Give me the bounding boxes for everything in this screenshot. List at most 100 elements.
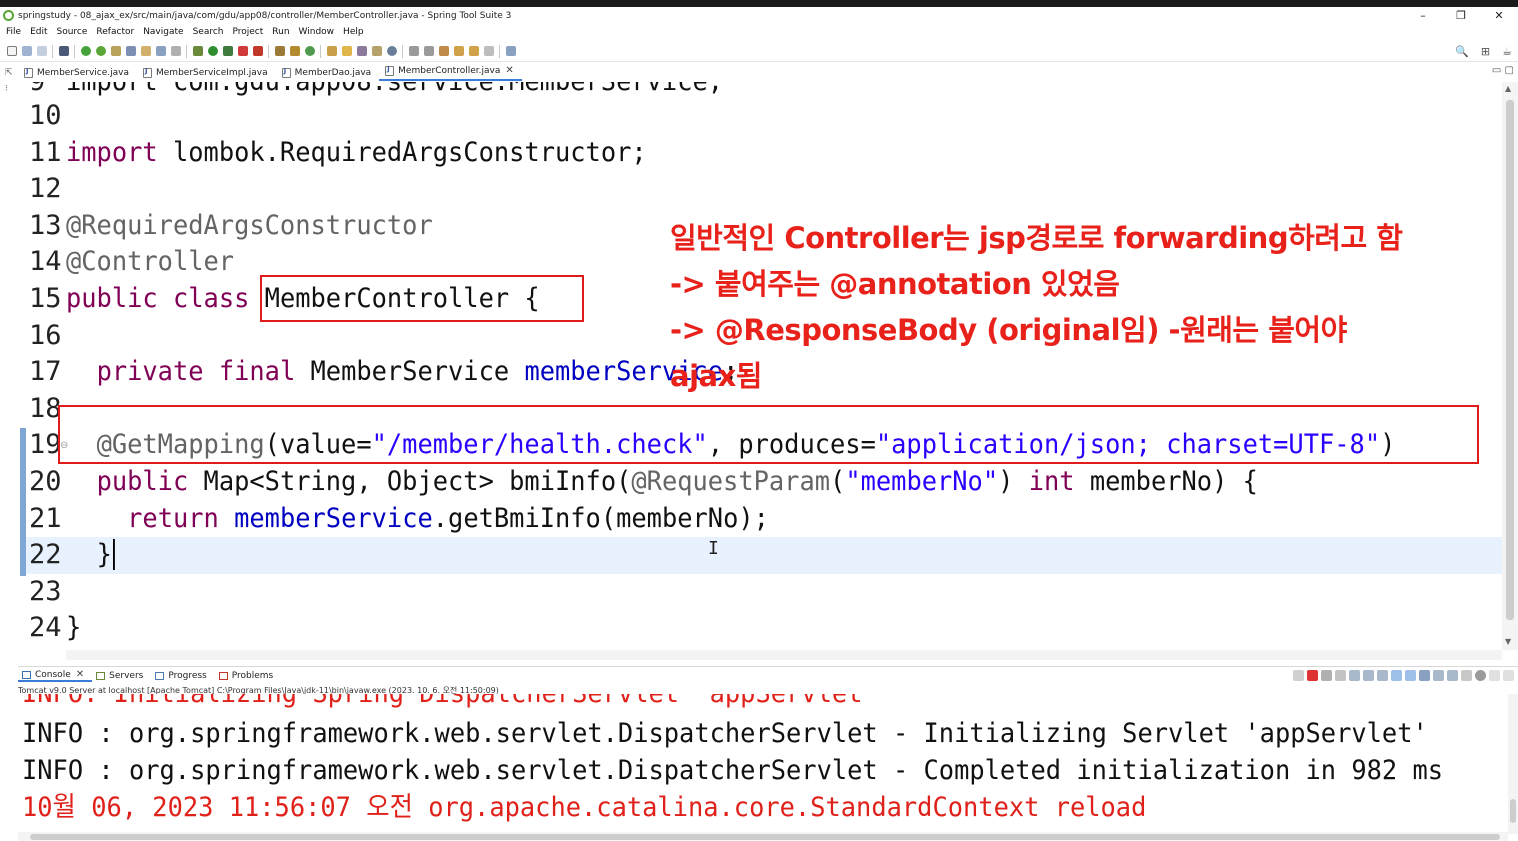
link-icon[interactable] — [371, 46, 382, 56]
remove-all-icon[interactable] — [1335, 670, 1346, 681]
menu-window[interactable]: Window — [299, 27, 335, 37]
console-vertical-scrollbar[interactable] — [1508, 694, 1518, 834]
menu-bar: File Edit Source Refactor Navigate Searc… — [0, 24, 1518, 40]
prev-annotation-icon[interactable] — [423, 46, 434, 56]
next-annotation-icon[interactable] — [408, 46, 419, 56]
code-line-10: 10 — [29, 100, 62, 131]
sync-icon[interactable] — [125, 46, 136, 56]
code-line-23: 23 — [29, 575, 62, 607]
menu-navigate[interactable]: Navigate — [143, 27, 183, 37]
perspective-icon[interactable]: ⊞ — [1481, 45, 1490, 58]
menu-help[interactable]: Help — [343, 27, 364, 37]
display-console-icon[interactable] — [1433, 670, 1444, 681]
new-icon[interactable] — [6, 46, 17, 56]
toolbar-separator — [186, 44, 187, 58]
pin-editor-icon[interactable] — [505, 46, 516, 56]
tab-label: MemberDao.java — [294, 68, 372, 78]
tab-problems[interactable]: Problems — [215, 671, 281, 681]
editor-vertical-scrollbar[interactable]: ▲ ▼ — [1502, 82, 1518, 650]
tab-member-service[interactable]: MemberService.java — [18, 67, 137, 81]
search-icon[interactable]: 🔍 — [1455, 45, 1469, 58]
menu-refactor[interactable]: Refactor — [96, 27, 134, 37]
boot-dashboard-icon[interactable] — [80, 46, 91, 56]
brush-icon[interactable] — [356, 46, 367, 56]
stop-icon[interactable] — [1307, 670, 1318, 681]
close-icon[interactable]: ✕ — [505, 65, 513, 76]
scrollbar-thumb[interactable] — [1506, 100, 1514, 620]
clear-console-icon[interactable] — [1349, 670, 1360, 681]
close-icon[interactable]: ✕ — [76, 669, 84, 680]
minimize-view-icon[interactable] — [1489, 670, 1500, 681]
servers-icon — [96, 671, 106, 680]
maximize-button[interactable]: ❐ — [1442, 7, 1480, 24]
show-stdout-icon[interactable] — [1391, 670, 1402, 681]
package-explorer-icon[interactable]: ⁝ — [5, 84, 20, 94]
new-class-icon[interactable] — [274, 46, 285, 56]
back-icon[interactable] — [453, 46, 464, 56]
open-type-icon[interactable] — [326, 46, 337, 56]
toolbar-separator — [402, 44, 403, 58]
list-icon[interactable] — [155, 46, 166, 56]
tab-console[interactable]: Console ✕ — [18, 669, 93, 682]
view-menu-icon[interactable] — [1461, 670, 1472, 681]
java-file-icon — [24, 67, 33, 78]
editor-minmax-icon[interactable]: ▭ ▢ — [1492, 65, 1514, 76]
scroll-lock-icon[interactable] — [1363, 670, 1374, 681]
menu-search[interactable]: Search — [193, 27, 224, 37]
new-server-icon[interactable] — [304, 46, 315, 56]
terminate-icon[interactable] — [1293, 670, 1304, 681]
console-icon — [22, 670, 31, 679]
editor-horizontal-scrollbar[interactable] — [66, 650, 1502, 660]
debug-icon[interactable] — [192, 46, 203, 56]
menu-edit[interactable]: Edit — [30, 27, 47, 37]
scrollbar-thumb[interactable] — [30, 834, 1500, 840]
refresh-icon[interactable] — [95, 46, 106, 56]
scroll-down-icon[interactable]: ▼ — [1505, 637, 1511, 646]
word-wrap-icon[interactable] — [1377, 670, 1388, 681]
globe-icon[interactable] — [386, 46, 397, 56]
menu-file[interactable]: File — [6, 27, 21, 37]
pin-icon[interactable] — [110, 46, 121, 56]
java-perspective-icon[interactable]: ☕ — [1502, 45, 1512, 58]
terminal-icon[interactable] — [58, 46, 69, 56]
code-line-24: 24} — [29, 612, 82, 644]
remove-launch-icon[interactable] — [1321, 670, 1332, 681]
gear-icon[interactable] — [1475, 670, 1486, 681]
tab-member-controller[interactable]: MemberController.java ✕ — [379, 65, 522, 81]
tab-servers[interactable]: Servers — [92, 671, 151, 681]
outline-icon[interactable] — [140, 46, 151, 56]
scroll-up-icon[interactable]: ▲ — [1505, 84, 1511, 93]
menu-run[interactable]: Run — [272, 27, 289, 37]
console-horizontal-scrollbar[interactable] — [18, 832, 1508, 841]
coverage-icon[interactable] — [222, 46, 233, 56]
menu-project[interactable]: Project — [232, 27, 263, 37]
external-tools-icon[interactable] — [252, 46, 263, 56]
tab-label: Progress — [168, 670, 207, 681]
next-icon[interactable] — [483, 46, 494, 56]
paragraph-icon[interactable] — [170, 46, 181, 56]
tab-member-service-impl[interactable]: MemberServiceImpl.java — [137, 67, 276, 81]
open-console-icon[interactable] — [1447, 670, 1458, 681]
tab-progress[interactable]: Progress — [151, 671, 214, 681]
tab-member-dao[interactable]: MemberDao.java — [276, 67, 380, 81]
save-all-icon[interactable] — [36, 46, 47, 56]
minimize-button[interactable]: – — [1404, 7, 1442, 24]
menu-source[interactable]: Source — [57, 27, 88, 37]
tab-label: Servers — [109, 670, 144, 681]
show-stderr-icon[interactable] — [1405, 670, 1416, 681]
open-folder-icon[interactable] — [341, 46, 352, 56]
pin-console-icon[interactable] — [1419, 670, 1430, 681]
forward-icon[interactable] — [468, 46, 479, 56]
annotation-note-line-1: 일반적인 Controller는 jsp경로로 forwarding하려고 함 — [670, 221, 1403, 255]
stop-icon[interactable] — [237, 46, 248, 56]
scrollbar-thumb[interactable] — [1510, 799, 1516, 823]
last-edit-icon[interactable] — [438, 46, 449, 56]
save-icon[interactable] — [21, 46, 32, 56]
console-output[interactable]: INFO: Initializing Spring DispatcherServ… — [18, 694, 1508, 834]
run-icon[interactable] — [207, 46, 218, 56]
close-button[interactable]: ✕ — [1480, 7, 1518, 24]
new-package-icon[interactable] — [289, 46, 300, 56]
annotation-note-line-2: -> 붙여주는 @annotation 있었음 — [670, 267, 1120, 301]
maximize-view-icon[interactable] — [1503, 670, 1514, 681]
getmapping-highlight-box — [58, 405, 1479, 464]
